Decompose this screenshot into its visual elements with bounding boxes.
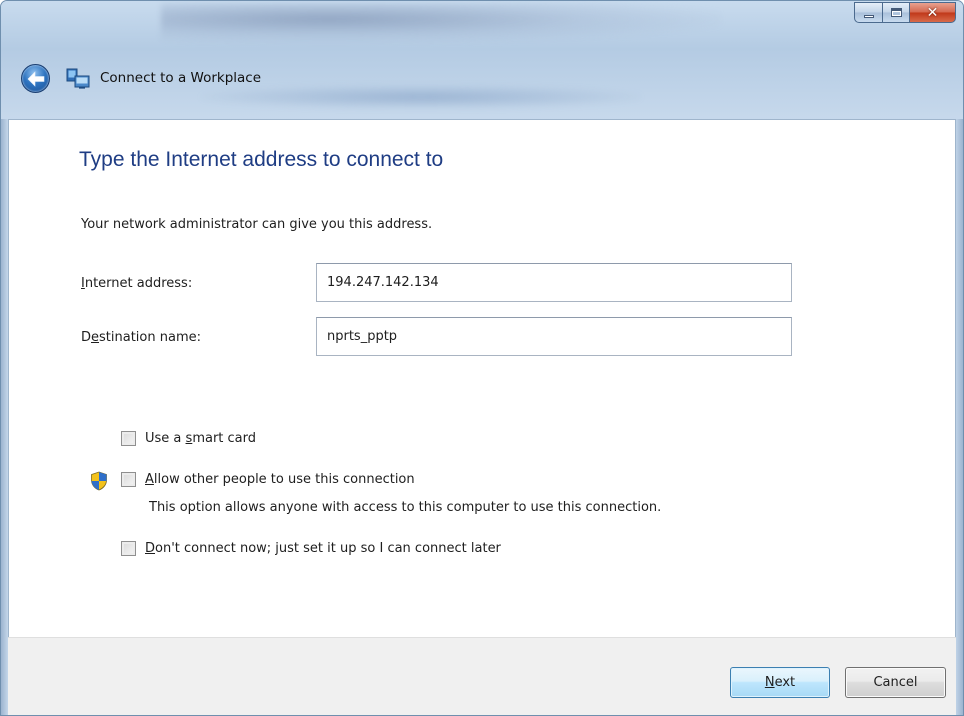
window-frame-left: [1, 119, 8, 715]
page-heading: Type the Internet address to connect to: [79, 148, 444, 171]
allow-others-option[interactable]: Allow other people to use this connectio…: [121, 472, 415, 487]
maximize-icon: [890, 8, 902, 17]
back-button[interactable]: [21, 64, 50, 93]
access-key: e: [91, 330, 100, 345]
allow-others-label: Allow other people to use this connectio…: [145, 472, 415, 487]
network-connection-icon: [66, 68, 90, 89]
smart-card-option[interactable]: Use a smart card: [121, 431, 256, 446]
next-button[interactable]: Next: [730, 667, 830, 698]
internet-address-label: Internet address:: [81, 276, 193, 291]
smart-card-label: Use a smart card: [145, 431, 256, 446]
blurred-background-strip: [201, 85, 641, 109]
connect-later-label: Don't connect now; just set it up so I c…: [145, 541, 501, 556]
caption-buttons: ✕: [854, 2, 956, 24]
back-arrow-icon: [27, 70, 44, 87]
title-bar[interactable]: [1, 1, 963, 121]
internet-address-input[interactable]: [316, 263, 792, 302]
minimize-icon: [863, 14, 874, 18]
wizard-content: Type the Internet address to connect to …: [8, 119, 956, 637]
maximize-button[interactable]: [882, 2, 909, 23]
wizard-footer: Next Cancel: [8, 637, 956, 715]
close-icon: ✕: [926, 4, 939, 21]
allow-others-checkbox[interactable]: [121, 472, 136, 487]
destination-name-label: Destination name:: [81, 330, 201, 345]
cancel-button[interactable]: Cancel: [845, 667, 946, 698]
window-title: Connect to a Workplace: [100, 70, 262, 86]
minimize-button[interactable]: [854, 2, 882, 23]
connect-later-option[interactable]: Don't connect now; just set it up so I c…: [121, 541, 501, 556]
wizard-window: ✕ Connect to a Workplace Type the Intern…: [0, 0, 964, 716]
intro-text: Your network administrator can give you …: [81, 217, 433, 232]
smart-card-checkbox[interactable]: [121, 431, 136, 446]
blurred-background: [161, 3, 721, 43]
allow-others-description: This option allows anyone with access to…: [149, 500, 662, 515]
uac-shield-icon: [91, 471, 107, 491]
window-frame-right: [955, 119, 963, 715]
destination-name-input[interactable]: [316, 317, 792, 356]
connect-later-checkbox[interactable]: [121, 541, 136, 556]
close-button[interactable]: ✕: [909, 2, 956, 23]
